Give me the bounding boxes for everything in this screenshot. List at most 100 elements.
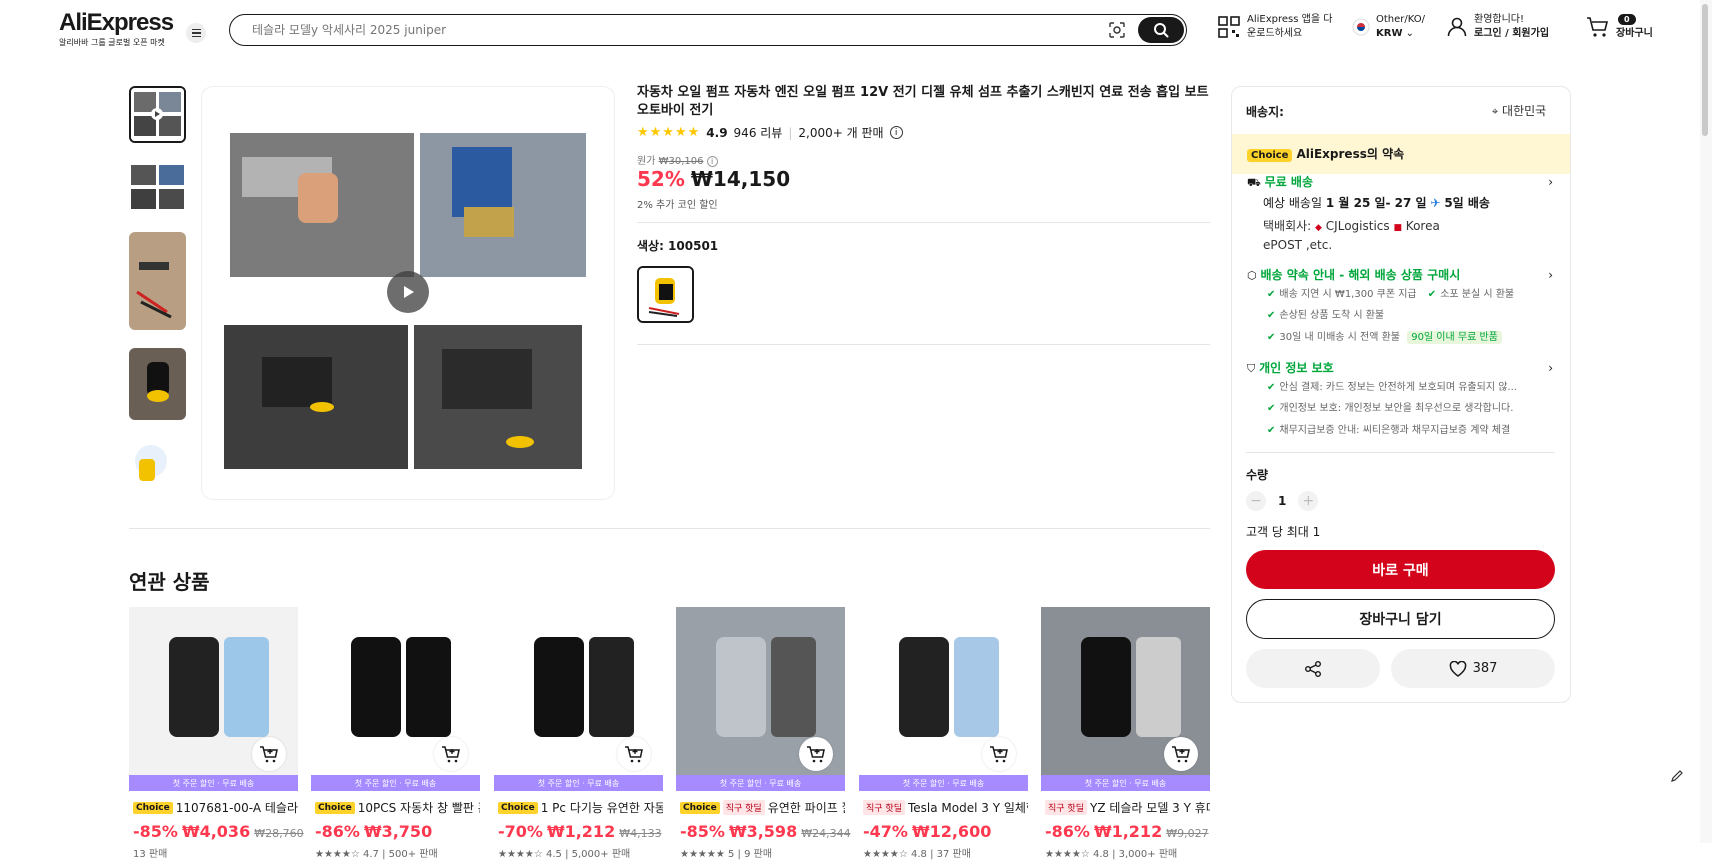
truck-icon: ⛟ [1247,176,1261,189]
hot-deal-badge: 직구 핫딜 [1045,800,1087,815]
aliexpress-logo[interactable]: AliExpress 알리바바 그룹 글로벌 오픈 마켓 [59,9,174,48]
related-product-title-row: 직구 핫딜YZ 테슬라 모델 3 Y 휴대폰 거치대 [1041,799,1210,816]
color-label: 색상: 100501 [637,239,719,253]
coin-discount-note: 2% 추가 코인 할인 [637,200,718,211]
related-discount: -86% [315,822,360,841]
related-product-title[interactable]: 1107681-00-A 테슬라 모델 3 Y [176,799,298,816]
related-product-card[interactable]: 첫 주문 할인 · 무료 배송 Choice1 Pc 다기능 유연한 자동차 깔때… [494,607,663,860]
free-return-badge: 90일 이내 무료 반품 [1407,331,1502,344]
choice-badge: Choice [133,801,173,814]
quantity-value[interactable]: 1 [1278,494,1286,508]
add-to-cart-icon[interactable] [982,737,1016,771]
promo-band: 첫 주문 할인 · 무료 배송 [676,775,845,791]
related-meta: ★★★★☆ 4.5 | 5,000+ 판매 [498,849,631,860]
sold-count: 2,000+ 개 판매 [798,126,884,140]
original-price-row: 원가 ₩30,106 i [637,152,718,167]
thumbnail-3[interactable] [129,232,186,330]
category-menu-button[interactable] [186,23,206,43]
ship-to-country: 대한민국 [1502,104,1547,118]
related-product-card[interactable]: 첫 주문 할인 · 무료 배송직구 핫딜Tesla Model 3 Y 일체형 … [859,607,1028,860]
add-to-cart-icon[interactable] [617,737,651,771]
thumbnail-video[interactable] [129,86,186,143]
eta-dates: 1 월 25 일- 27 일 [1325,196,1427,210]
related-product-image[interactable] [311,607,480,775]
related-product-title[interactable]: 1 Pc 다기능 유연한 자동차 깔때기 [541,799,663,816]
scrollbar-thumb[interactable] [1702,4,1708,136]
related-product-price-row: -86% ₩1,212 ₩9,027 [1041,822,1210,841]
privacy-line-3: ✔ 채무지급보증 안내: 씨티은행과 채무지급보증 계약 체결 [1267,421,1510,441]
related-product-title-row: Choice10PCS 자동차 창 빨판 흡착 컵 [311,799,480,816]
add-to-cart-icon[interactable] [799,737,833,771]
related-product-title-row: 직구 핫딜Tesla Model 3 Y 일체형 필터 [859,799,1028,816]
related-discount: -70% [498,822,543,841]
search-button[interactable] [1138,17,1184,43]
quantity-decrease-button[interactable]: − [1246,491,1266,511]
quantity-increase-button[interactable]: + [1298,491,1319,511]
app-download-line1: AliExpress 앱을 다 [1247,14,1333,25]
privacy-shield-icon: ⛉ [1247,362,1256,375]
share-button[interactable] [1246,649,1380,688]
app-download[interactable]: AliExpress 앱을 다 운로드하세요 [1217,13,1332,41]
free-shipping-row[interactable]: ⛟ 무료 배송 › [1247,173,1553,192]
play-video-button[interactable] [387,271,429,313]
related-products-title: 연관 상품 [129,570,210,594]
price-info-icon[interactable]: i [706,156,718,167]
wishlist-button[interactable]: 387 [1391,649,1555,688]
share-icon [1305,660,1321,677]
rating-stars-icon: ★★★★★ [637,125,701,140]
login-signup-link[interactable]: 로그인 / 회원가입 [1474,28,1549,39]
promo-band: 첫 주문 할인 · 무료 배송 [1041,775,1210,791]
related-product-title[interactable]: 10PCS 자동차 창 빨판 흡착 컵 [358,799,480,816]
add-to-cart-icon[interactable] [1164,737,1198,771]
shield-icon: ⬡ [1247,269,1257,282]
airplane-icon: ✈ [1430,196,1441,210]
choice-badge: Choice [315,801,355,814]
feedback-edit-button[interactable] [1664,763,1690,789]
related-product-card[interactable]: 첫 주문 할인 · 무료 배송 Choice10PCS 자동차 창 빨판 흡착 컵… [311,607,480,860]
privacy-1: 안심 결제: 카드 정보는 안전하게 보호되며 유출되지 않... [1279,382,1517,393]
related-product-image[interactable] [859,607,1028,775]
image-search-icon[interactable] [1108,21,1126,39]
related-product-image[interactable] [494,607,663,775]
related-product-card[interactable]: 첫 주문 할인 · 무료 배송 Choice1107681-00-A 테슬라 모델… [129,607,304,860]
eta-row: 예상 배송일 1 월 25 일- 27 일 ✈ 5일 배송 [1263,194,1490,212]
currency-label: KRW [1376,28,1403,39]
related-product-card[interactable]: 첫 주문 할인 · 무료 배송직구 핫딜YZ 테슬라 모델 3 Y 휴대폰 거치… [1041,607,1210,860]
related-product-image[interactable] [676,607,845,775]
logo-tagline: 알리바바 그룹 글로벌 오픈 마켓 [59,38,165,47]
quantity-limit: 고객 당 최대 1 [1246,525,1321,539]
thumbnail-4[interactable] [129,348,186,420]
add-to-cart-button[interactable]: 장바구니 담기 [1246,599,1555,639]
color-swatch-100501[interactable] [637,266,694,323]
privacy-line-1: ✔ 안심 결제: 카드 정보는 안전하게 보호되며 유출되지 않... [1267,378,1557,398]
search-bar [229,14,1187,46]
search-input[interactable] [252,21,1052,39]
related-product-title[interactable]: Tesla Model 3 Y 일체형 필터 [908,799,1028,816]
delivery-guarantee-row[interactable]: ⬡ 배송 약속 안내 - 해외 배송 상품 구매시 › [1247,266,1553,285]
logo-text: AliExpress [59,9,174,36]
related-price: ₩4,036 [181,822,251,841]
related-product-card[interactable]: 첫 주문 할인 · 무료 배송 Choice직구 핫딜유연한 파이프 깔때기 -85… [676,607,851,860]
privacy-row[interactable]: ⛉ 개인 정보 보호 › [1247,359,1553,378]
user-icon [1447,17,1467,37]
eta-days: 5일 배송 [1444,196,1490,210]
info-icon[interactable]: i [889,126,903,139]
thumbnail-5[interactable] [129,439,186,494]
add-to-cart-icon[interactable] [252,737,286,771]
review-count[interactable]: 946 리뷰 [734,124,783,141]
check-icon: ✔ [1267,382,1276,393]
add-to-cart-icon[interactable] [434,737,468,771]
related-discount: -85% [133,822,178,841]
section-divider [129,528,1210,529]
wishlist-count: 387 [1472,661,1498,676]
locale-selector[interactable]: Other/KO/KRW ⌄ [1352,13,1425,41]
related-product-image[interactable] [129,607,298,775]
related-product-title[interactable]: 유연한 파이프 깔때기 [768,799,845,816]
buy-now-button[interactable]: 바로 구매 [1246,550,1555,589]
ship-to-selector[interactable]: ⌖ 대한민국 [1492,102,1546,119]
related-product-image[interactable] [1041,607,1210,775]
account-menu[interactable]: 환영합니다! 로그인 / 회원가입 [1446,13,1549,41]
thumbnail-2[interactable] [129,161,186,213]
related-product-title[interactable]: YZ 테슬라 모델 3 Y 휴대폰 거치대 [1090,799,1210,816]
related-meta: ★★★★☆ 4.7 | 500+ 판매 [315,849,438,860]
